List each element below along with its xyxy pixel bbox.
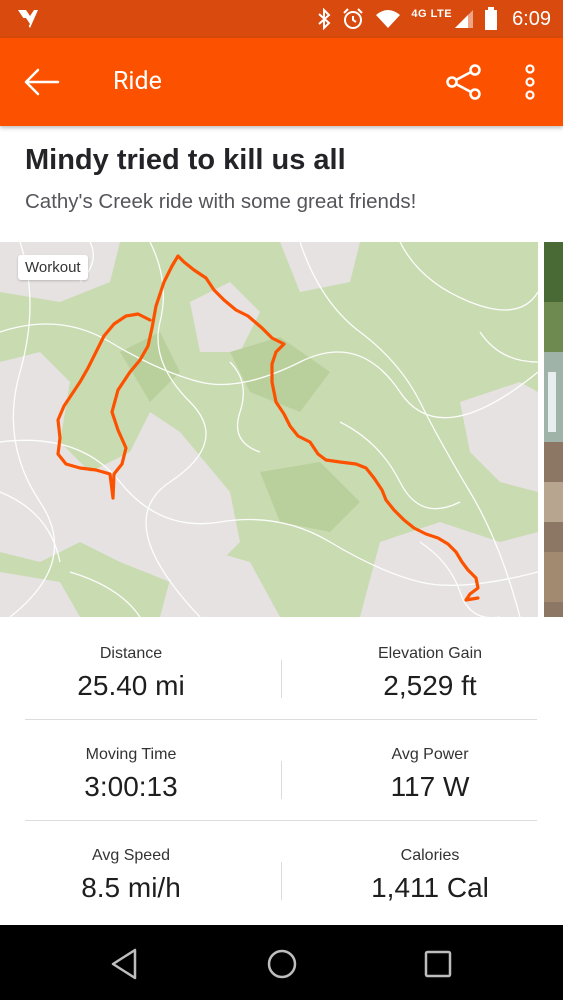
alarm-icon — [343, 8, 364, 29]
route-map[interactable]: Workout — [0, 242, 538, 617]
system-nav-bar — [0, 925, 563, 1000]
battery-icon — [485, 7, 498, 30]
status-bar: 4G LTE 6:09 — [0, 0, 563, 38]
stats-row: Distance 25.40 mi Elevation Gain 2,529 f… — [25, 618, 537, 720]
stat-divider — [281, 862, 282, 900]
stat-avg-speed: Avg Speed 8.5 mi/h — [0, 820, 262, 920]
stat-label: Avg Power — [391, 746, 469, 763]
activity-header: Mindy tried to kill us all Cathy's Creek… — [25, 140, 545, 214]
page-title: Ride — [113, 67, 162, 96]
activity-stats: Distance 25.40 mi Elevation Gain 2,529 f… — [0, 618, 563, 926]
arrow-back-icon[interactable] — [22, 64, 62, 100]
stat-value: 25.40 mi — [77, 670, 185, 701]
stat-value: 8.5 mi/h — [81, 872, 181, 903]
stat-avg-power: Avg Power 117 W — [305, 719, 555, 819]
nav-home-icon[interactable] — [262, 944, 302, 984]
strava-logo-icon — [18, 10, 38, 28]
stat-distance: Distance 25.40 mi — [0, 618, 262, 718]
stat-label: Calories — [400, 847, 460, 864]
bluetooth-icon — [318, 8, 331, 30]
map-graphic — [0, 242, 538, 617]
wifi-icon — [376, 10, 401, 28]
stat-divider — [281, 761, 282, 799]
stat-moving-time: Moving Time 3:00:13 — [0, 719, 262, 819]
stat-label: Elevation Gain — [377, 645, 483, 662]
stat-value: 117 W — [390, 771, 470, 802]
stat-calories: Calories 1,411 Cal — [305, 820, 555, 920]
activity-title: Mindy tried to kill us all — [25, 144, 346, 176]
map-badge: Workout — [18, 255, 88, 280]
activity-description: Cathy's Creek ride with some great frien… — [25, 190, 417, 213]
share-icon[interactable] — [444, 62, 484, 102]
stat-value: 2,529 ft — [383, 670, 477, 701]
stat-elevation-gain: Elevation Gain 2,529 ft — [305, 618, 555, 718]
stat-label: Distance — [99, 645, 163, 662]
more-vert-icon[interactable] — [516, 62, 544, 102]
stats-row: Avg Speed 8.5 mi/h Calories 1,411 Cal — [25, 820, 537, 921]
nav-back-icon[interactable] — [105, 944, 145, 984]
stats-row: Moving Time 3:00:13 Avg Power 117 W — [25, 719, 537, 821]
stat-value: 1,411 Cal — [371, 872, 489, 903]
clock: 6:09 — [512, 7, 551, 30]
network-type: 4G LTE — [411, 8, 453, 20]
app-bar: Ride — [0, 38, 563, 126]
stat-divider — [281, 660, 282, 698]
stat-label: Moving Time — [85, 746, 177, 763]
activity-photo-thumbnail[interactable] — [544, 242, 563, 617]
nav-recents-icon[interactable] — [418, 944, 458, 984]
signal-icon — [455, 10, 474, 28]
stat-label: Avg Speed — [92, 847, 170, 864]
stat-value: 3:00:13 — [84, 771, 178, 802]
